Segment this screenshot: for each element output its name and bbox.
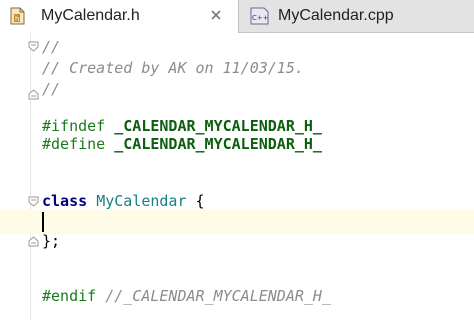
macro-name: _CALENDAR_MYCALENDAR_H_: [114, 135, 322, 153]
endif-comment: //_CALENDAR_MYCALENDAR_H_: [105, 287, 331, 305]
directive-keyword: #endif: [42, 287, 97, 305]
editor-tab-bar: h MyCalendar.h C++ MyCalendar.cpp: [0, 0, 474, 34]
class-name: MyCalendar: [96, 192, 187, 210]
fold-marker-icon[interactable]: [28, 196, 39, 207]
svg-text:h: h: [15, 15, 19, 23]
code-line-comment: // Created by AK on 11/03/15.: [42, 59, 304, 77]
open-brace: {: [195, 192, 205, 210]
code-line-close-brace: };: [42, 232, 61, 250]
fold-marker-icon[interactable]: [28, 236, 39, 247]
header-file-icon: h: [10, 7, 25, 25]
code-line-define: #define _CALENDAR_MYCALENDAR_H_: [42, 132, 322, 156]
code-line-class: class MyCalendar {: [42, 189, 205, 213]
code-line-comment: //: [42, 80, 61, 98]
directive-keyword: #define: [42, 135, 106, 153]
tab-label: MyCalendar.cpp: [278, 7, 394, 24]
tab-mycalendar-cpp[interactable]: C++ MyCalendar.cpp: [242, 0, 412, 33]
fold-marker-icon[interactable]: [28, 89, 39, 100]
tab-label: MyCalendar.h: [41, 7, 140, 24]
cpp-badge-text: C++: [252, 14, 269, 22]
tab-mycalendar-h[interactable]: h MyCalendar.h: [0, 0, 239, 34]
close-icon[interactable]: [208, 7, 224, 23]
class-keyword: class: [42, 192, 88, 210]
code-editor[interactable]: // // Created by AK on 11/03/15. // #ifn…: [0, 33, 474, 320]
fold-marker-icon[interactable]: [28, 41, 39, 52]
current-line-highlight: [0, 210, 474, 234]
code-line-endif: #endif //_CALENDAR_MYCALENDAR_H_: [42, 284, 331, 308]
cpp-file-icon: C++: [250, 7, 269, 25]
editor-gutter: [0, 33, 31, 320]
